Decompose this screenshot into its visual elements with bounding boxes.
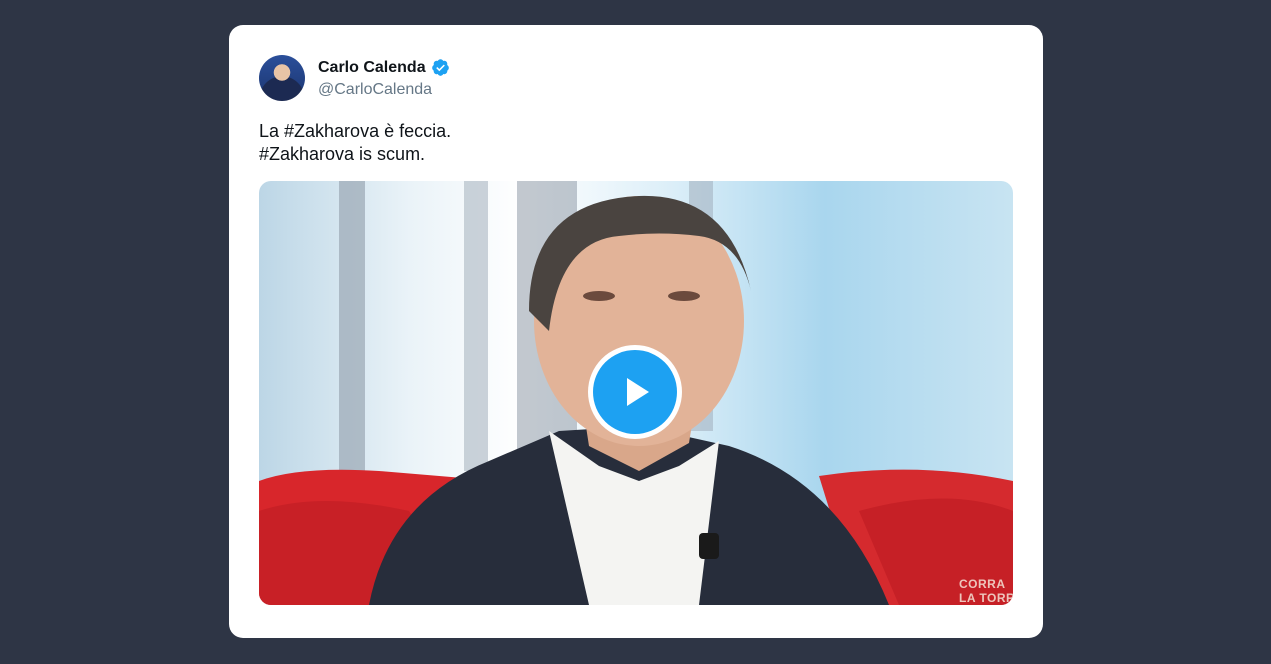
play-button-circle bbox=[593, 350, 677, 434]
author-name-row: Carlo Calenda bbox=[318, 58, 450, 77]
video-player[interactable]: CORRA LA TORR bbox=[259, 181, 1013, 605]
broadcast-overlay-text: CORRA LA TORR bbox=[959, 577, 1013, 605]
overlay-line: LA TORR bbox=[959, 591, 1013, 605]
play-icon bbox=[627, 378, 649, 406]
tweet-text: La #Zakharova è feccia. #Zakharova is sc… bbox=[259, 120, 451, 166]
tweet-text-line: La #Zakharova è feccia. bbox=[259, 121, 452, 141]
verified-badge-icon bbox=[431, 59, 449, 76]
tweet-card[interactable]: Carlo Calenda @CarloCalenda La #Zakharov… bbox=[229, 25, 1043, 638]
author-avatar[interactable] bbox=[259, 55, 305, 101]
overlay-line: CORRA bbox=[959, 577, 1006, 591]
author-handle[interactable]: @CarloCalenda bbox=[318, 81, 432, 99]
play-button[interactable] bbox=[588, 345, 682, 439]
author-name[interactable]: Carlo Calenda bbox=[318, 59, 426, 77]
tweet-text-line: #Zakharova is scum. bbox=[259, 144, 426, 164]
